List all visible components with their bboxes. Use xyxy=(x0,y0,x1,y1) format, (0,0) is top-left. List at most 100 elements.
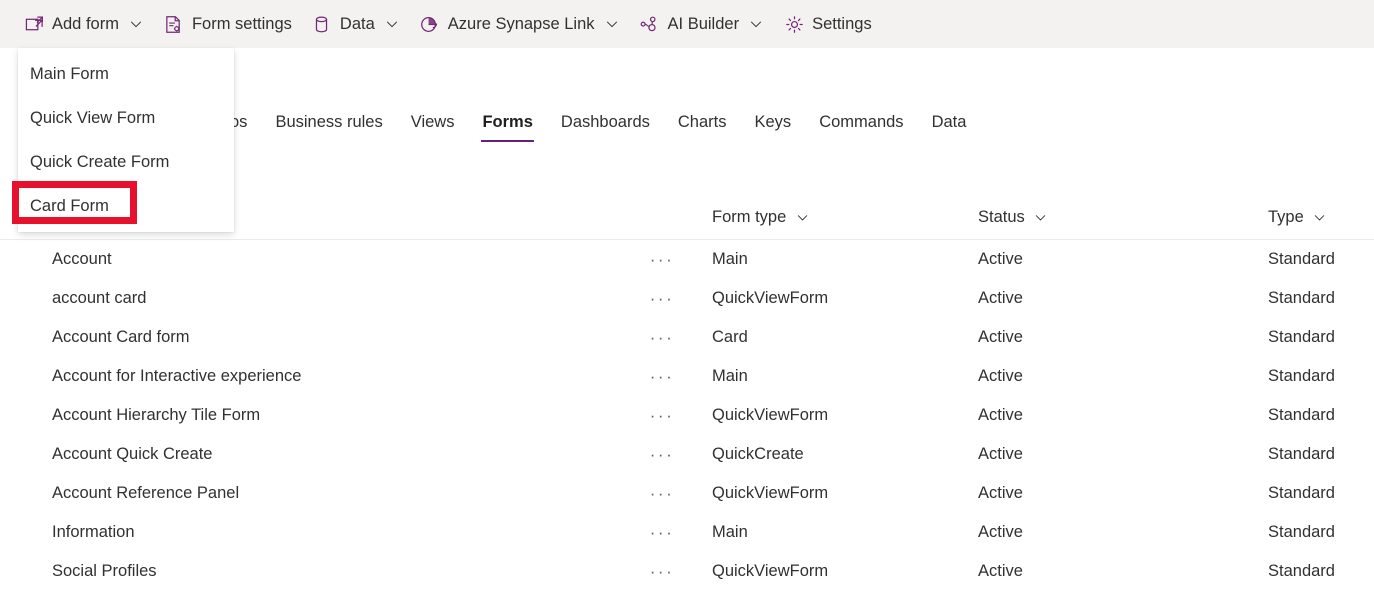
cell-form-name[interactable]: Account Card form xyxy=(0,328,648,347)
menu-item-quick-create-form[interactable]: Quick Create Form xyxy=(18,140,234,184)
chevron-down-icon xyxy=(128,16,144,32)
cell-type: Standard xyxy=(1268,523,1335,541)
cell-more-actions: ··· xyxy=(648,443,712,467)
command-bar: Add form Form settings Data Azure Synaps… xyxy=(0,0,1374,48)
cell-more-actions: ··· xyxy=(648,287,712,311)
column-header-type-label: Type xyxy=(1268,208,1304,226)
menu-item-card-form[interactable]: Card Form xyxy=(18,184,234,228)
table-row[interactable]: Account Card form ··· Card Active Standard xyxy=(0,318,1374,357)
table-row[interactable]: Account for Interactive experience ··· Mai… xyxy=(0,357,1374,396)
ai-builder-button[interactable]: AI Builder xyxy=(632,4,773,44)
cell-more-actions: ··· xyxy=(648,326,712,350)
cell-status: Active xyxy=(978,523,1023,541)
cell-type: Standard xyxy=(1268,250,1335,268)
tab-commands[interactable]: Commands xyxy=(805,108,917,142)
cell-form-name[interactable]: Social Profiles xyxy=(0,562,648,581)
azure-synapse-icon xyxy=(420,14,440,34)
cell-status: Active xyxy=(978,484,1023,502)
cell-form-name[interactable]: Account Reference Panel xyxy=(0,484,648,503)
cell-form-name[interactable]: Information xyxy=(0,523,648,542)
chevron-down-icon xyxy=(1313,211,1327,225)
cell-type: Standard xyxy=(1268,406,1335,424)
cell-type: Standard xyxy=(1268,328,1335,346)
cell-type: Standard xyxy=(1268,484,1335,502)
database-icon xyxy=(312,14,332,34)
chevron-down-icon xyxy=(604,16,620,32)
chevron-down-icon xyxy=(795,211,809,225)
tab-business-rules[interactable]: Business rules xyxy=(261,108,396,142)
chevron-down-icon xyxy=(384,16,400,32)
chevron-down-icon xyxy=(1034,211,1048,225)
cell-status: Active xyxy=(978,367,1023,385)
tab-forms[interactable]: Forms xyxy=(468,108,546,142)
chevron-down-icon xyxy=(748,16,764,32)
table-row[interactable]: Account Quick Create ··· QuickCreate Active… xyxy=(0,435,1374,474)
table-row[interactable]: account card ··· QuickViewForm Active Standa… xyxy=(0,279,1374,318)
more-actions-icon[interactable]: ··· xyxy=(648,287,676,311)
cell-form-name[interactable]: Account for Interactive experience xyxy=(0,367,648,386)
cell-form-type: QuickViewForm xyxy=(712,289,829,307)
tab-views[interactable]: Views xyxy=(397,108,469,142)
menu-item-quick-view-form[interactable]: Quick View Form xyxy=(18,96,234,140)
cell-form-name[interactable]: Account Quick Create xyxy=(0,445,648,464)
add-form-icon xyxy=(24,14,44,34)
cell-form-type: Main xyxy=(712,523,748,541)
cell-more-actions: ··· xyxy=(648,482,712,506)
column-header-status-label: Status xyxy=(978,208,1025,226)
more-actions-icon[interactable]: ··· xyxy=(648,482,676,506)
tab-charts[interactable]: Charts xyxy=(664,108,741,142)
tab-keys[interactable]: Keys xyxy=(741,108,806,142)
more-actions-icon[interactable]: ··· xyxy=(648,443,676,467)
cell-form-type: Card xyxy=(712,328,748,346)
menu-item-main-form[interactable]: Main Form xyxy=(18,52,234,96)
cell-status: Active xyxy=(978,289,1023,307)
more-actions-icon[interactable]: ··· xyxy=(648,248,676,272)
cell-type: Standard xyxy=(1268,562,1335,580)
cell-status: Active xyxy=(978,562,1023,580)
column-header-form-type[interactable]: Form type xyxy=(712,208,978,227)
tab-dashboards[interactable]: Dashboards xyxy=(547,108,664,142)
azure-synapse-link-button[interactable]: Azure Synapse Link xyxy=(412,4,628,44)
settings-button[interactable]: Settings xyxy=(776,4,880,44)
column-header-form-type-label: Form type xyxy=(712,208,787,226)
cell-form-type: QuickCreate xyxy=(712,445,804,463)
cell-more-actions: ··· xyxy=(648,521,712,545)
data-button[interactable]: Data xyxy=(304,4,408,44)
table-row[interactable]: Account Hierarchy Tile Form ··· QuickViewF… xyxy=(0,396,1374,435)
forms-grid: Form type Status Type Account ··· Main Acti… xyxy=(0,196,1374,591)
more-actions-icon[interactable]: ··· xyxy=(648,326,676,350)
more-actions-icon[interactable]: ··· xyxy=(648,560,676,584)
table-row[interactable]: Information ··· Main Active Standard xyxy=(0,513,1374,552)
tab-data[interactable]: Data xyxy=(918,108,981,142)
cell-more-actions: ··· xyxy=(648,560,712,584)
azure-synapse-link-label: Azure Synapse Link xyxy=(447,15,595,33)
cell-type: Standard xyxy=(1268,367,1335,385)
gear-icon xyxy=(784,14,804,34)
form-settings-button[interactable]: Form settings xyxy=(156,4,300,44)
cell-form-name[interactable]: Account Hierarchy Tile Form xyxy=(0,406,648,425)
settings-label: Settings xyxy=(812,15,872,33)
add-form-dropdown-menu: Main Form Quick View Form Quick Create F… xyxy=(18,48,234,232)
form-settings-label: Form settings xyxy=(191,15,292,33)
form-settings-icon xyxy=(164,14,184,34)
add-form-button[interactable]: Add form xyxy=(16,4,152,44)
column-header-status[interactable]: Status xyxy=(978,208,1268,227)
table-row[interactable]: Account ··· Main Active Standard xyxy=(0,240,1374,279)
table-row[interactable]: Account Reference Panel ··· QuickViewForm A… xyxy=(0,474,1374,513)
cell-form-name[interactable]: Account xyxy=(0,250,648,269)
cell-status: Active xyxy=(978,250,1023,268)
more-actions-icon[interactable]: ··· xyxy=(648,404,676,428)
cell-type: Standard xyxy=(1268,289,1335,307)
cell-form-name[interactable]: account card xyxy=(0,289,648,308)
more-actions-icon[interactable]: ··· xyxy=(648,521,676,545)
more-actions-icon[interactable]: ··· xyxy=(648,365,676,389)
cell-form-type: Main xyxy=(712,367,748,385)
data-label: Data xyxy=(339,15,375,33)
column-header-type[interactable]: Type xyxy=(1268,208,1374,227)
cell-form-type: QuickViewForm xyxy=(712,562,829,580)
cell-status: Active xyxy=(978,328,1023,346)
cell-type: Standard xyxy=(1268,445,1335,463)
table-row[interactable]: Social Profiles ··· QuickViewForm Active Sta… xyxy=(0,552,1374,591)
grid-body: Account ··· Main Active Standard account card… xyxy=(0,240,1374,591)
cell-more-actions: ··· xyxy=(648,248,712,272)
